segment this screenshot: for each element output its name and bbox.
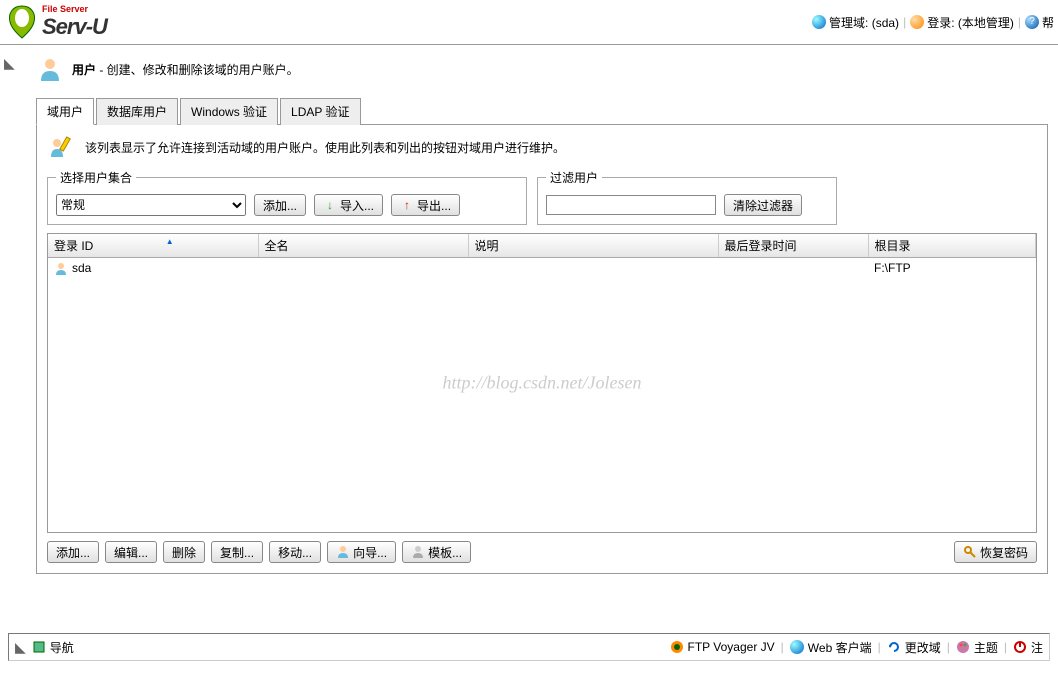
app-header: File Server Serv-U 管理域: (sda) | 登录: (本地管… — [0, 0, 1058, 45]
wizard-button[interactable]: 向导... — [327, 541, 396, 563]
user-icon — [910, 15, 924, 29]
cell-login: sda — [72, 261, 91, 275]
product-subtitle: File Server — [42, 4, 107, 14]
tab-bar: 域用户 数据库用户 Windows 验证 LDAP 验证 — [36, 97, 1048, 125]
globe-icon — [790, 640, 804, 654]
tab-database-users[interactable]: 数据库用户 — [96, 98, 178, 125]
cell-desc — [468, 258, 718, 279]
filter-fieldset: 过滤用户 清除过滤器 — [537, 169, 837, 225]
cell-root: F:\FTP — [868, 258, 1036, 279]
nav-icon — [32, 640, 46, 654]
edit-button[interactable]: 编辑... — [105, 541, 157, 563]
select-collection-legend: 选择用户集合 — [56, 169, 136, 186]
export-button[interactable]: ↑导出... — [391, 194, 460, 216]
help-link[interactable]: ?帮 — [1025, 14, 1054, 31]
web-client-link[interactable]: Web 客户端 — [790, 639, 872, 656]
header-links: 管理域: (sda) | 登录: (本地管理) | ?帮 — [812, 14, 1058, 31]
watermark-text: http://blog.csdn.net/Jolesen — [443, 373, 642, 394]
help-icon: ? — [1025, 15, 1039, 29]
col-fullname[interactable]: 全名 — [258, 234, 468, 258]
nav-link[interactable]: 导航 — [32, 639, 74, 656]
cell-fullname — [258, 258, 468, 279]
wizard-icon — [336, 545, 350, 559]
info-row: 该列表显示了允许连接到活动域的用户账户。使用此列表和列出的按钮对域用户进行维护。 — [47, 135, 1037, 159]
template-icon — [411, 545, 425, 559]
filter-legend: 过滤用户 — [546, 169, 602, 186]
tab-windows-auth[interactable]: Windows 验证 — [180, 98, 278, 125]
template-button[interactable]: 模板... — [402, 541, 471, 563]
logo: File Server Serv-U — [0, 4, 107, 40]
login-info-link[interactable]: 登录: (本地管理) — [910, 14, 1014, 31]
move-button[interactable]: 移动... — [269, 541, 321, 563]
export-icon: ↑ — [400, 198, 414, 212]
key-icon — [963, 545, 977, 559]
logout-icon — [1013, 640, 1027, 654]
select-collection-fieldset: 选择用户集合 常规 添加... ↓导入... ↑导出... — [47, 169, 527, 225]
import-icon: ↓ — [323, 198, 337, 212]
col-login-id[interactable]: 登录 ID — [48, 234, 258, 258]
info-text: 该列表显示了允许连接到活动域的用户账户。使用此列表和列出的按钮对域用户进行维护。 — [85, 139, 565, 156]
users-table-container: 登录 ID 全名 说明 最后登录时间 根目录 sda — [47, 233, 1037, 533]
tab-domain-users[interactable]: 域用户 — [36, 98, 94, 125]
users-icon — [36, 55, 64, 83]
main-content: ◣ 用户 - 创建、修改和删除该域的用户账户。 域用户 数据库用户 Window… — [0, 45, 1058, 615]
pencil-users-icon — [47, 135, 77, 159]
cell-last — [718, 258, 868, 279]
globe-icon — [812, 15, 826, 29]
col-root[interactable]: 根目录 — [868, 234, 1036, 258]
copy-button[interactable]: 复制... — [211, 541, 263, 563]
add-button[interactable]: 添加... — [47, 541, 99, 563]
servu-logo-icon — [4, 4, 40, 40]
page-desc: - 创建、修改和删除该域的用户账户。 — [96, 63, 299, 77]
table-header-row: 登录 ID 全名 说明 最后登录时间 根目录 — [48, 234, 1036, 258]
product-name: Serv-U — [42, 14, 107, 40]
action-buttons: 添加... 编辑... 删除 复制... 移动... 向导... 模板... 恢… — [47, 541, 1037, 563]
theme-link[interactable]: 主题 — [956, 639, 998, 656]
manage-domain-link[interactable]: 管理域: (sda) — [812, 14, 899, 31]
page-title: 用户 — [72, 63, 96, 77]
recover-password-button[interactable]: 恢复密码 — [954, 541, 1037, 563]
collection-select[interactable]: 常规 — [56, 194, 246, 216]
collapse-footer-icon[interactable]: ◣ — [15, 639, 26, 656]
page-heading: 用户 - 创建、修改和删除该域的用户账户。 — [36, 55, 1048, 83]
refresh-icon — [887, 640, 901, 654]
tab-panel: 该列表显示了允许连接到活动域的用户账户。使用此列表和列出的按钮对域用户进行维护。… — [36, 125, 1048, 574]
col-desc[interactable]: 说明 — [468, 234, 718, 258]
filter-input[interactable] — [546, 195, 716, 215]
table-row[interactable]: sda F:\FTP — [48, 258, 1036, 279]
import-button[interactable]: ↓导入... — [314, 194, 383, 216]
col-lastlogin[interactable]: 最后登录时间 — [718, 234, 868, 258]
tab-ldap-auth[interactable]: LDAP 验证 — [280, 98, 360, 125]
change-domain-link[interactable]: 更改域 — [887, 639, 941, 656]
collapse-sidebar-icon[interactable]: ◣ — [4, 55, 20, 71]
ftp-voyager-link[interactable]: FTP Voyager JV — [670, 640, 775, 654]
voyager-icon — [670, 640, 684, 654]
clear-filter-button[interactable]: 清除过滤器 — [724, 194, 802, 216]
users-table: 登录 ID 全名 说明 最后登录时间 根目录 sda — [48, 234, 1036, 279]
logout-link[interactable]: 注 — [1013, 639, 1043, 656]
delete-button[interactable]: 删除 — [163, 541, 205, 563]
status-bar: ◣ 导航 FTP Voyager JV | Web 客户端 | 更改域 | 主题… — [8, 633, 1050, 661]
user-row-icon — [54, 262, 68, 276]
add-collection-button[interactable]: 添加... — [254, 194, 306, 216]
palette-icon — [956, 640, 970, 654]
